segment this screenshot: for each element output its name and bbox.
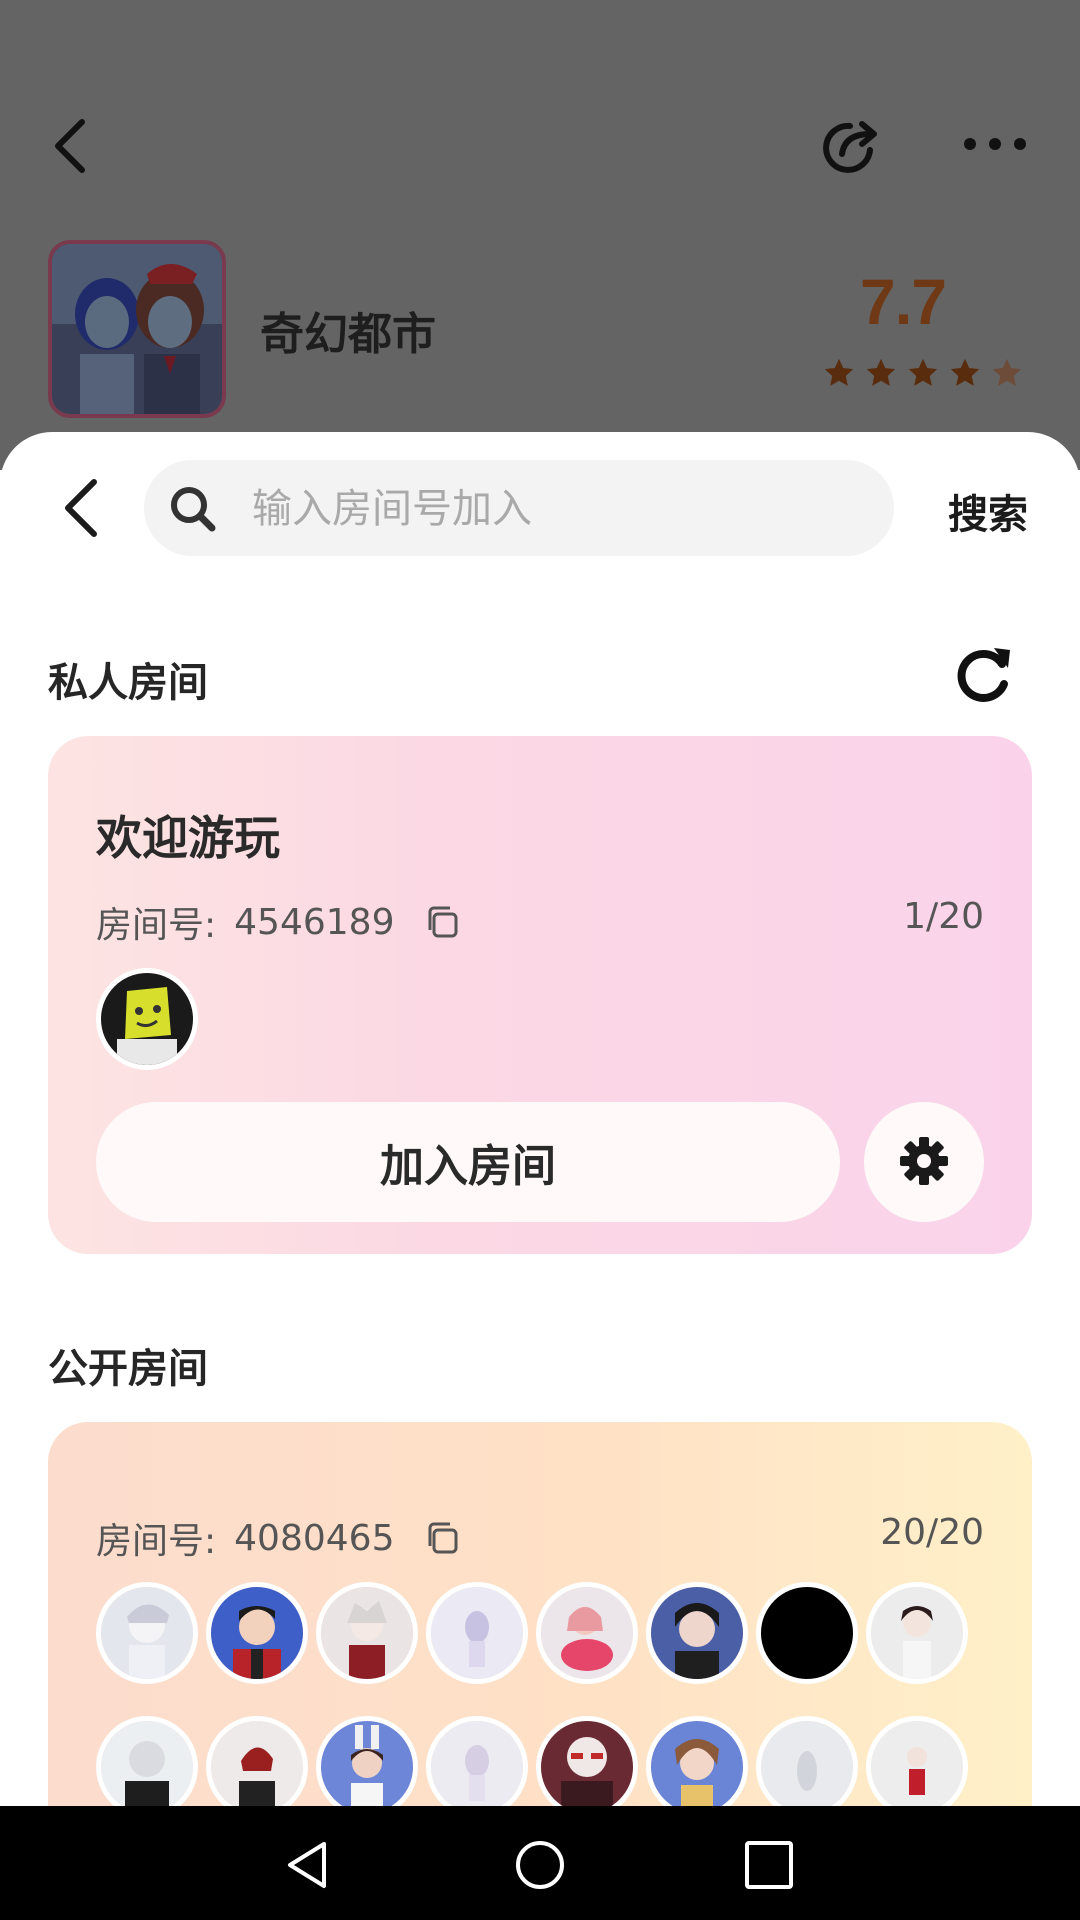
refresh-icon[interactable]	[950, 642, 1016, 708]
private-rooms-title: 私人房间	[48, 660, 208, 706]
member-avatar[interactable]	[96, 1716, 198, 1806]
member-avatar[interactable]	[756, 1716, 858, 1806]
game-detail-header: 奇幻都市 7.7	[0, 0, 1080, 470]
star-filled-icon	[866, 358, 896, 386]
public-room-card: 房间号: 4080465 20/20	[48, 1422, 1032, 1806]
room-id-row: 房间号: 4546189	[96, 896, 460, 948]
member-avatar[interactable]	[866, 1582, 968, 1684]
game-cover-image	[48, 240, 226, 418]
game-title: 奇幻都市	[260, 309, 436, 360]
search-button[interactable]: 搜索	[948, 482, 1028, 540]
member-avatar[interactable]	[426, 1582, 528, 1684]
more-icon[interactable]	[962, 134, 1028, 154]
member-avatar[interactable]	[316, 1582, 418, 1684]
join-room-button[interactable]: 加入房间	[96, 1102, 840, 1222]
rating-stars	[822, 356, 1024, 390]
private-room-card: 欢迎游玩 房间号: 4546189 1/20 加入房间	[48, 736, 1032, 1254]
room-number-input[interactable]	[250, 460, 854, 558]
room-id-label: 房间号:	[96, 1521, 217, 1562]
room-settings-button[interactable]	[864, 1102, 984, 1222]
room-id: 4546189	[234, 901, 395, 943]
member-avatar[interactable]	[866, 1716, 968, 1806]
room-id-row: 房间号: 4080465	[96, 1512, 460, 1564]
room-member-count: 20/20	[880, 1512, 984, 1553]
public-rooms-title: 公开房间	[48, 1346, 208, 1392]
nav-recents-icon[interactable]	[742, 1838, 796, 1892]
room-member-count: 1/20	[903, 896, 984, 937]
search-bar-row: 搜索	[0, 432, 1080, 582]
member-avatar[interactable]	[646, 1716, 748, 1806]
member-avatar[interactable]	[756, 1582, 858, 1684]
room-id-label: 房间号:	[96, 905, 217, 946]
copy-icon[interactable]	[424, 904, 460, 940]
nav-back-icon[interactable]	[280, 1838, 334, 1892]
share-icon[interactable]	[820, 114, 886, 180]
member-avatar[interactable]	[96, 1582, 198, 1684]
star-empty-icon	[992, 358, 1022, 386]
room-sheet: 搜索 私人房间 欢迎游玩 房间号: 4546189 1/20 加入房	[0, 432, 1080, 1806]
member-avatar[interactable]	[96, 968, 198, 1070]
room-name: 欢迎游玩	[96, 811, 280, 865]
gear-icon	[900, 1136, 948, 1185]
copy-icon[interactable]	[424, 1520, 460, 1556]
star-filled-icon	[950, 358, 980, 386]
system-nav-bar	[0, 1806, 1080, 1920]
member-avatar[interactable]	[206, 1582, 308, 1684]
member-avatar[interactable]	[206, 1716, 308, 1806]
member-avatar[interactable]	[646, 1582, 748, 1684]
star-filled-icon	[824, 358, 854, 386]
header-back-icon[interactable]	[50, 118, 90, 174]
game-rating-score: 7.7	[860, 266, 947, 338]
nav-home-icon[interactable]	[513, 1838, 567, 1892]
room-id: 4080465	[234, 1517, 395, 1559]
search-box[interactable]	[144, 460, 894, 558]
search-icon	[171, 487, 216, 532]
member-avatar[interactable]	[426, 1716, 528, 1806]
member-avatar[interactable]	[316, 1716, 418, 1806]
sheet-back-icon[interactable]	[58, 476, 106, 540]
star-filled-icon	[908, 358, 938, 386]
member-avatar[interactable]	[536, 1582, 638, 1684]
member-avatar[interactable]	[536, 1716, 638, 1806]
